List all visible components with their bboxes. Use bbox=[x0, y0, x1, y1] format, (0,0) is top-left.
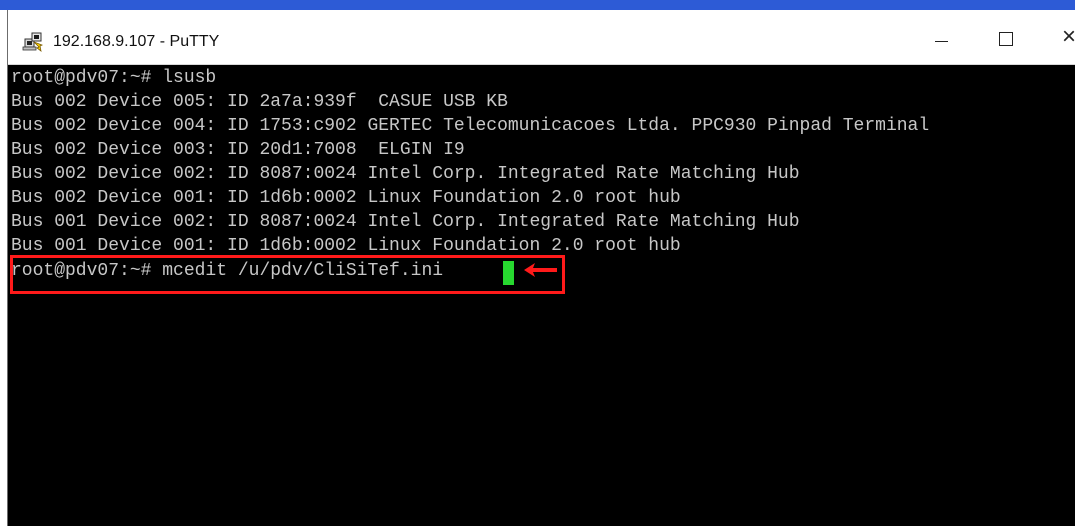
terminal-line-command-mcedit: root@pdv07:~# mcedit /u/pdv/CliSiTef.ini bbox=[11, 261, 444, 281]
minimize-button[interactable] bbox=[920, 21, 966, 55]
terminal-line-usb-device: Bus 002 Device 005: ID 2a7a:939f CASUE U… bbox=[11, 92, 508, 112]
terminal-line-usb-device: Bus 001 Device 002: ID 8087:0024 Intel C… bbox=[11, 212, 800, 232]
putty-window: 192.168.9.107 - PuTTY × root@pdv07:~# ls… bbox=[7, 10, 1075, 526]
terminal-line-usb-device: Bus 002 Device 004: ID 1753:c902 GERTEC … bbox=[11, 116, 930, 136]
putty-icon bbox=[22, 30, 46, 52]
titlebar[interactable]: 192.168.9.107 - PuTTY × bbox=[8, 10, 1075, 65]
terminal-line-usb-device: Bus 002 Device 003: ID 20d1:7008 ELGIN I… bbox=[11, 140, 465, 160]
terminal-line-usb-device: Bus 002 Device 002: ID 8087:0024 Intel C… bbox=[11, 164, 800, 184]
minimize-icon bbox=[935, 41, 948, 42]
terminal-cursor bbox=[503, 261, 514, 285]
window-title: 192.168.9.107 - PuTTY bbox=[53, 33, 220, 50]
close-icon: × bbox=[1062, 23, 1075, 50]
close-button[interactable]: × bbox=[1048, 21, 1075, 55]
terminal-output[interactable]: root@pdv07:~# lsusb Bus 002 Device 005: … bbox=[8, 65, 1075, 526]
putty-screenshot: 192.168.9.107 - PuTTY × root@pdv07:~# ls… bbox=[0, 0, 1075, 526]
maximize-icon bbox=[999, 32, 1013, 46]
terminal-line-command-lsusb: root@pdv07:~# lsusb bbox=[11, 68, 217, 88]
left-arrow-icon bbox=[524, 263, 557, 277]
terminal-line-usb-device: Bus 002 Device 001: ID 1d6b:0002 Linux F… bbox=[11, 188, 681, 208]
maximize-button[interactable] bbox=[986, 21, 1032, 55]
window-accent-bar bbox=[0, 0, 1075, 10]
